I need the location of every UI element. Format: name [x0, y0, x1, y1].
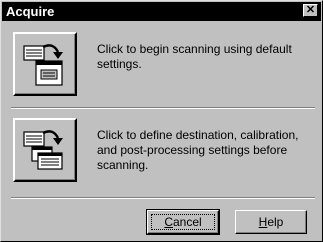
scan-default-icon	[23, 44, 63, 86]
close-button[interactable]: ✕	[303, 4, 318, 17]
scan-settings-icon	[23, 130, 63, 170]
window-title: Acquire	[6, 4, 55, 19]
acquire-dialog: Acquire ✕ Click to begin scanning using …	[0, 0, 323, 242]
title-bar[interactable]: Acquire ✕	[2, 2, 321, 21]
scan-default-button[interactable]	[13, 32, 77, 96]
scan-settings-button[interactable]	[13, 118, 77, 182]
scan-default-description: Click to begin scanning using default se…	[97, 42, 292, 71]
separator-bottom	[11, 197, 315, 199]
cancel-button[interactable]: Cancel	[146, 209, 220, 235]
separator-top	[11, 107, 315, 109]
scan-settings-description: Click to define destination, calibration…	[97, 128, 299, 172]
help-button[interactable]: Help	[235, 210, 307, 234]
focus-rectangle	[151, 214, 215, 230]
close-icon: ✕	[305, 4, 316, 16]
